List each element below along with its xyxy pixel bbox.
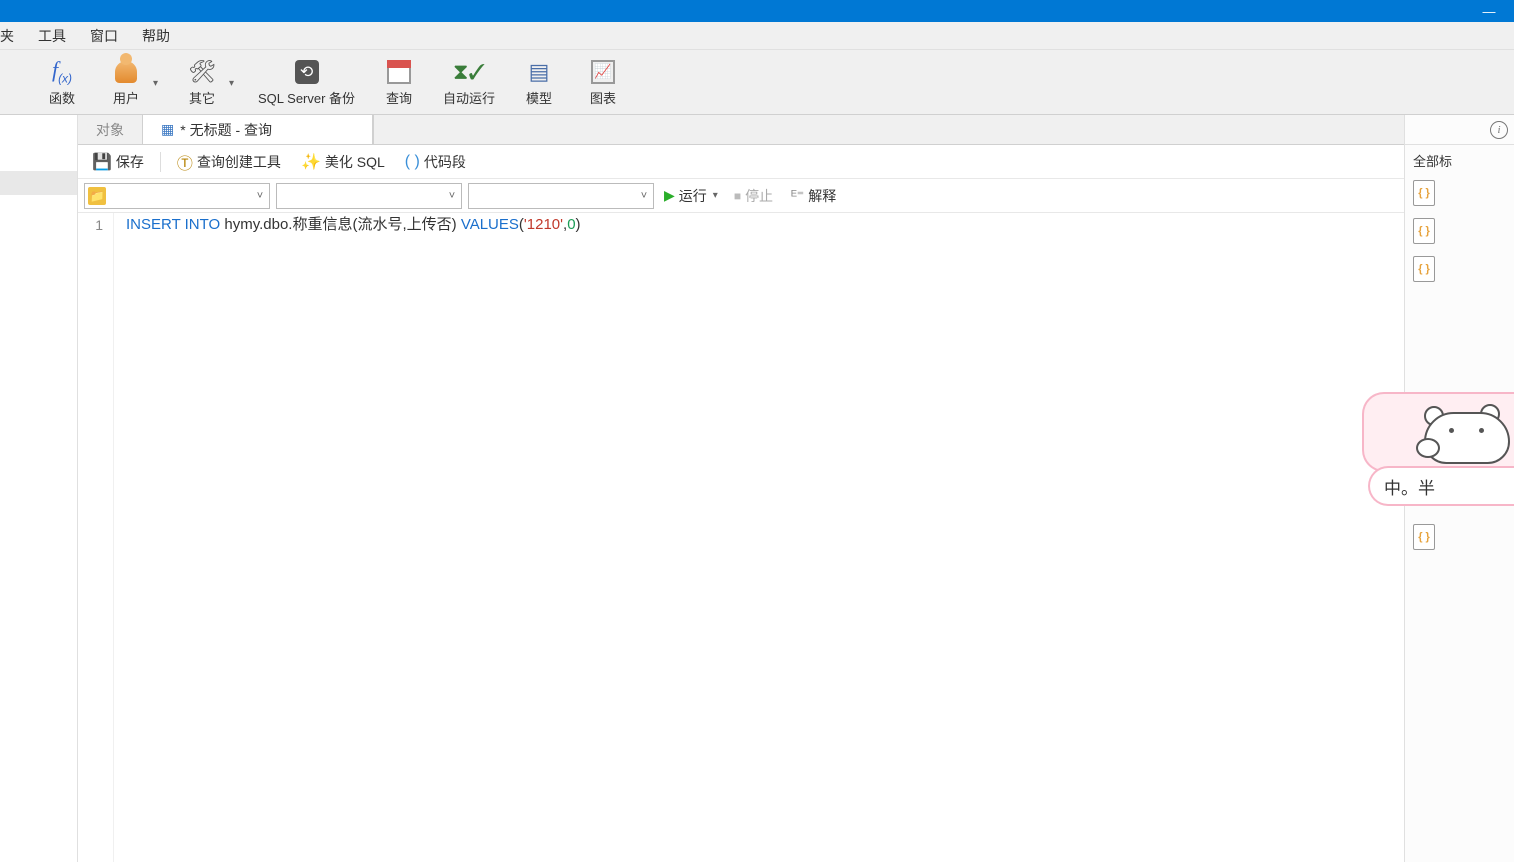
query-action-bar: 💾 保存 Ⓣ 查询创建工具 ✨ 美化 SQL ( ) 代码段 bbox=[78, 145, 1404, 179]
document-tabs: 对象 ▦ * 无标题 - 查询 bbox=[78, 115, 1404, 145]
minimize-button[interactable]: — bbox=[1466, 0, 1512, 22]
stop-button: ■ 停止 bbox=[728, 186, 779, 206]
menu-item-window[interactable]: 窗口 bbox=[78, 26, 130, 46]
function-button[interactable]: f(x) 函数 bbox=[42, 58, 82, 107]
builder-icon: Ⓣ bbox=[177, 150, 193, 174]
right-sidebar: i 全部标 bbox=[1404, 115, 1514, 862]
autorun-button[interactable]: ⧗✓ 自动运行 bbox=[443, 58, 495, 107]
right-sidebar-title: 全部标 bbox=[1405, 145, 1514, 174]
main-area: 对象 ▦ * 无标题 - 查询 💾 保存 Ⓣ 查询创建工具 ✨ 美化 SQL bbox=[78, 115, 1404, 862]
run-button[interactable]: ▶ 运行 ▾ bbox=[660, 186, 722, 206]
sidebar-selected-item[interactable] bbox=[0, 171, 77, 195]
stop-icon: ■ bbox=[734, 189, 741, 203]
snippet-icon: ( ) bbox=[405, 153, 420, 171]
chevron-down-icon: ˅ bbox=[635, 190, 653, 202]
tabs-spacer bbox=[373, 115, 1404, 144]
menu-bar: 夹 工具 窗口 帮助 bbox=[0, 22, 1514, 50]
info-icon[interactable]: i bbox=[1490, 121, 1508, 139]
beautify-icon: ✨ bbox=[301, 152, 321, 172]
snippet-item[interactable] bbox=[1405, 518, 1514, 556]
tools-icon: 🛠 bbox=[188, 58, 216, 86]
sql-line-1: INSERT INTO hymy.dbo.称重信息(流水号,上传否) VALUE… bbox=[126, 215, 1404, 235]
tab-object[interactable]: 对象 bbox=[78, 115, 143, 144]
query-icon bbox=[385, 58, 413, 86]
sqlserver-backup-button[interactable]: ⟲ SQL Server 备份 bbox=[258, 58, 355, 107]
query-button[interactable]: 查询 bbox=[379, 58, 419, 107]
snippet-file-icon bbox=[1413, 452, 1435, 478]
snippet-item[interactable] bbox=[1405, 174, 1514, 212]
chart-button[interactable]: 图表 bbox=[583, 58, 623, 107]
other-button[interactable]: 🛠 其它 bbox=[182, 58, 222, 107]
chart-icon bbox=[589, 58, 617, 86]
right-sidebar-header: i bbox=[1405, 115, 1514, 145]
left-sidebar bbox=[0, 115, 78, 862]
snippet-file-icon bbox=[1413, 256, 1435, 282]
tab-query-untitled[interactable]: ▦ * 无标题 - 查询 bbox=[143, 115, 373, 144]
menu-item-help[interactable]: 帮助 bbox=[130, 26, 182, 46]
code-area[interactable]: INSERT INTO hymy.dbo.称重信息(流水号,上传否) VALUE… bbox=[114, 213, 1404, 862]
snippet-item[interactable] bbox=[1405, 408, 1514, 446]
workspace: 对象 ▦ * 无标题 - 查询 💾 保存 Ⓣ 查询创建工具 ✨ 美化 SQL bbox=[0, 115, 1514, 862]
save-button[interactable]: 💾 保存 bbox=[84, 149, 152, 175]
model-button[interactable]: ▤ 模型 bbox=[519, 58, 559, 107]
connection-icon: 📁 bbox=[88, 187, 106, 205]
schema-combo[interactable]: ˅ bbox=[468, 183, 654, 209]
snippet-item[interactable] bbox=[1405, 250, 1514, 288]
table-icon: ▦ bbox=[161, 121, 174, 138]
snippet-file-icon bbox=[1413, 180, 1435, 206]
main-toolbar: f(x) 函数 用户 🛠 其它 ⟲ SQL Server 备份 查询 ⧗✓ 自动… bbox=[0, 50, 1514, 115]
menu-item-tools[interactable]: 工具 bbox=[26, 26, 78, 46]
snippet-button[interactable]: ( ) 代码段 bbox=[397, 149, 474, 175]
line-gutter: 1 bbox=[78, 213, 114, 862]
title-bar: — bbox=[0, 0, 1514, 22]
snippet-item[interactable] bbox=[1405, 446, 1514, 518]
play-icon: ▶ bbox=[664, 187, 675, 204]
sql-editor[interactable]: 1 INSERT INTO hymy.dbo.称重信息(流水号,上传否) VAL… bbox=[78, 213, 1404, 862]
snippet-item[interactable] bbox=[1405, 212, 1514, 250]
snippet-file-icon bbox=[1413, 524, 1435, 550]
user-button[interactable]: 用户 bbox=[106, 58, 146, 107]
explain-icon: ᴱ⁼ bbox=[791, 187, 804, 204]
explain-button[interactable]: ᴱ⁼ 解释 bbox=[785, 186, 842, 206]
query-params-bar: 📁 ˅ ˅ ˅ ▶ 运行 ▾ ■ 停止 ᴱ⁼ bbox=[78, 179, 1404, 213]
snippet-file-icon bbox=[1413, 414, 1435, 440]
chevron-down-icon: ˅ bbox=[443, 190, 461, 202]
database-combo[interactable]: ˅ bbox=[276, 183, 462, 209]
snippet-file-icon bbox=[1413, 218, 1435, 244]
beautify-sql-button[interactable]: ✨ 美化 SQL bbox=[293, 149, 393, 175]
chevron-down-icon: ˅ bbox=[251, 190, 269, 202]
connection-combo[interactable]: 📁 ˅ bbox=[84, 183, 270, 209]
user-icon bbox=[112, 58, 140, 86]
save-icon: 💾 bbox=[92, 152, 112, 172]
chevron-down-icon: ▾ bbox=[713, 190, 718, 201]
model-icon: ▤ bbox=[525, 58, 553, 86]
query-builder-button[interactable]: Ⓣ 查询创建工具 bbox=[169, 147, 289, 177]
menu-item-folder[interactable]: 夹 bbox=[0, 26, 26, 46]
backup-icon: ⟲ bbox=[293, 58, 321, 86]
function-icon: f(x) bbox=[48, 58, 76, 86]
autorun-icon: ⧗✓ bbox=[455, 58, 483, 86]
